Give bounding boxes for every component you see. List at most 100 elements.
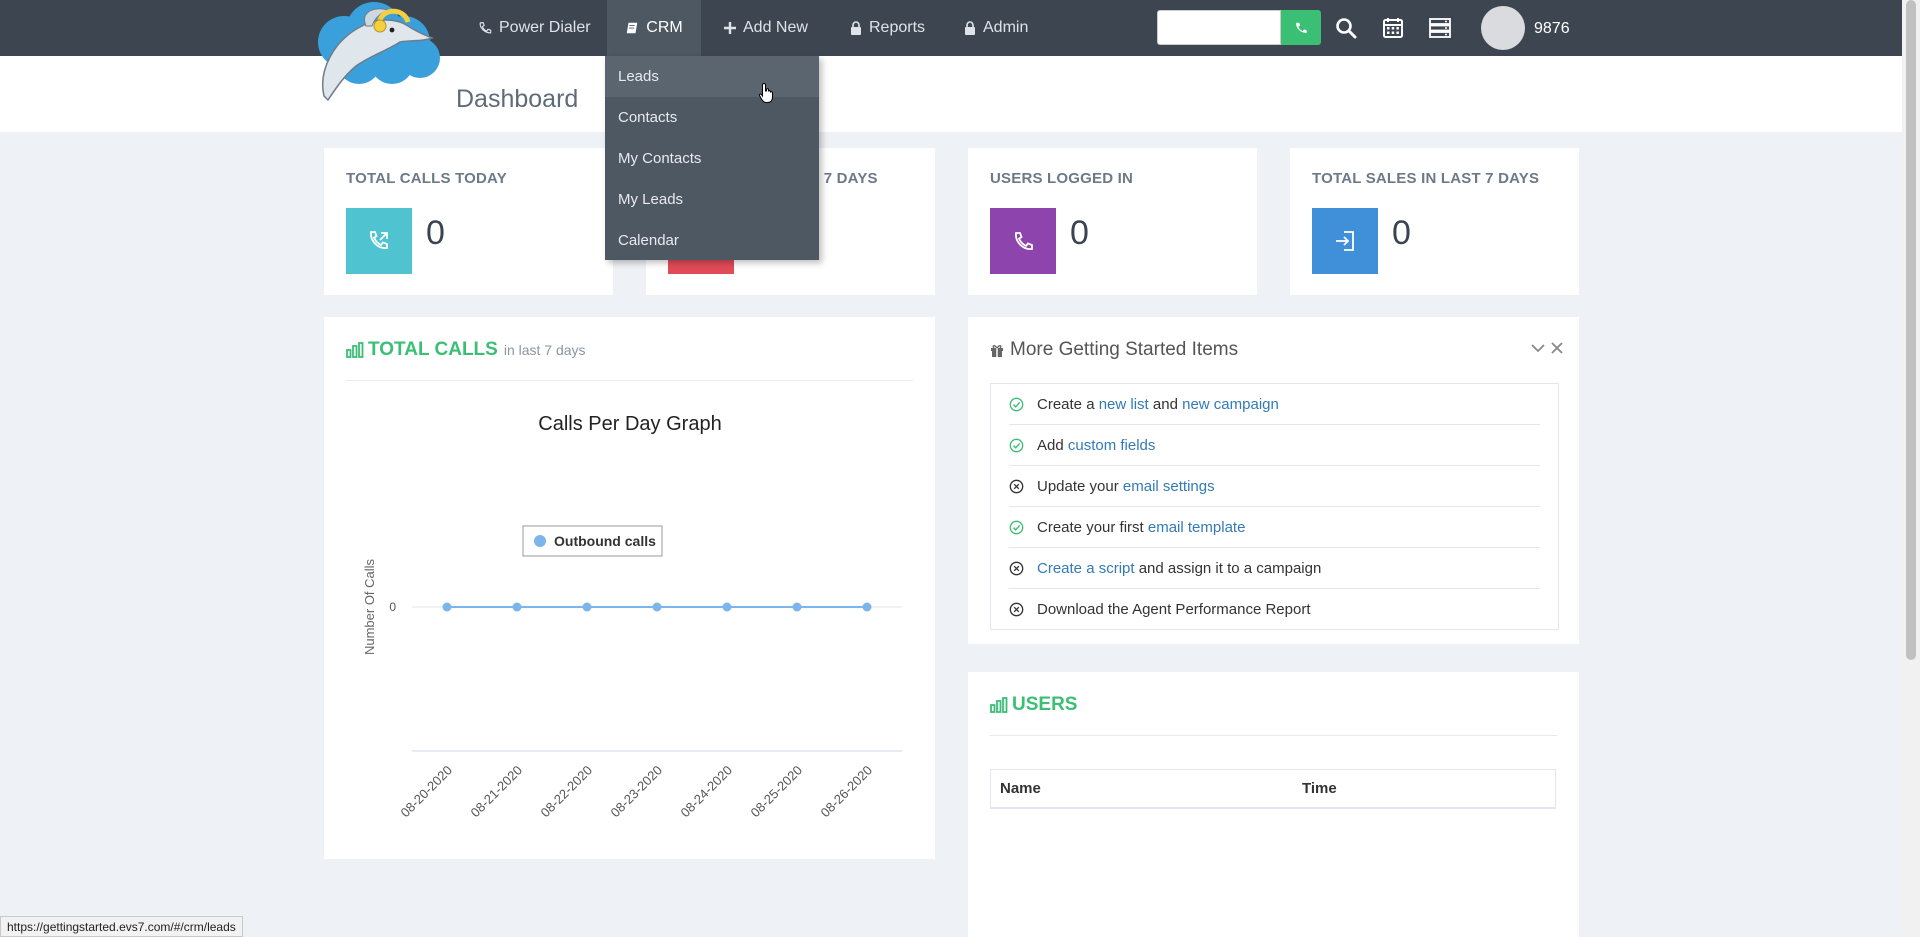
menu-item-my-contacts[interactable]: My Contacts (605, 138, 819, 179)
dolphin-logo-icon[interactable] (304, 0, 444, 104)
stat-card-total-sales: TOTAL SALES IN LAST 7 DAYS 0 (1290, 148, 1579, 295)
nav-add-new[interactable]: Add New (724, 0, 808, 56)
user-extension[interactable]: 9876 (1534, 20, 1570, 38)
getting-started-link[interactable]: email template (1148, 519, 1246, 536)
column-header-time[interactable]: Time (1302, 780, 1337, 797)
getting-started-item: Add custom fields (1009, 425, 1540, 466)
x-tick-label: 08-21-2020 (467, 763, 525, 821)
y-axis-label: Number Of Calls (362, 558, 377, 655)
user-avatar[interactable] (1481, 6, 1525, 50)
plus-icon (724, 22, 736, 34)
calls-per-day-chart: Calls Per Day Graph Outbound calls Numbe… (362, 413, 902, 821)
getting-started-item: Create a new list and new campaign (1009, 384, 1540, 425)
getting-started-link[interactable]: new campaign (1182, 396, 1279, 413)
data-point[interactable] (582, 602, 592, 612)
phone-icon (478, 21, 492, 35)
nav-admin[interactable]: Admin (964, 0, 1028, 56)
dial-call-button[interactable] (1281, 10, 1321, 45)
users-panel: USERS Name Time (968, 672, 1579, 937)
getting-started-text: Update your (1037, 477, 1123, 495)
panel-title: More Getting Started Items (990, 339, 1238, 361)
getting-started-title: More Getting Started Items (1010, 339, 1239, 360)
stat-icon (346, 208, 412, 274)
dial-number-input[interactable] (1157, 10, 1281, 45)
data-point[interactable] (442, 602, 452, 612)
check-circle-icon (1009, 520, 1037, 535)
getting-started-text: Download the Agent Performance Report (1037, 600, 1311, 618)
phone-icon (1015, 232, 1033, 250)
getting-started-item-text: Add custom fields (1037, 437, 1155, 454)
nav-power-dialer-label: Power Dialer (499, 19, 591, 36)
users-table-header: Name Time (990, 769, 1556, 809)
getting-started-text: and (1148, 395, 1183, 413)
stat-title: TOTAL CALLS TODAY (346, 170, 507, 187)
status-bar-url: https://gettingstarted.evs7.com/#/crm/le… (0, 916, 243, 937)
menu-item-calendar[interactable]: Calendar (605, 220, 819, 261)
nav-reports[interactable]: Reports (850, 0, 925, 56)
nav-admin-label: Admin (983, 19, 1029, 36)
collapse-chevron-icon[interactable] (1531, 343, 1545, 353)
getting-started-item: Download the Agent Performance Report (1009, 589, 1540, 629)
page-title: Dashboard (456, 85, 579, 113)
x-tick-label: 08-24-2020 (677, 763, 735, 821)
getting-started-panel: More Getting Started Items Create a new … (968, 317, 1579, 644)
menu-item-leads[interactable]: Leads (605, 56, 819, 97)
page-scrollbar-thumb[interactable] (1906, 0, 1916, 660)
stat-value: 0 (1392, 214, 1411, 252)
data-point[interactable] (722, 602, 732, 612)
server-list-icon[interactable] (1429, 17, 1451, 39)
lock-icon (964, 21, 976, 35)
getting-started-item-text: Update your email settings (1037, 478, 1215, 495)
chart-legend[interactable]: Outbound calls (522, 525, 663, 557)
stat-value: 0 (1070, 214, 1089, 252)
getting-started-link[interactable]: custom fields (1068, 437, 1156, 454)
sign-in-icon (1336, 231, 1354, 251)
panel-title: USERS (990, 694, 1077, 716)
getting-started-link[interactable]: new list (1099, 396, 1149, 413)
getting-started-text: Add (1037, 436, 1068, 454)
x-tick-label: 08-20-2020 (397, 763, 455, 821)
getting-started-item-text: Create a new list and new campaign (1037, 396, 1279, 413)
gift-icon (991, 345, 1003, 357)
stat-title: T 7 DAYS (810, 170, 878, 187)
stat-icon (1312, 208, 1378, 274)
getting-started-item-text: Download the Agent Performance Report (1037, 601, 1311, 618)
top-navbar (0, 0, 1920, 56)
x-tick-label: 08-25-2020 (747, 763, 805, 821)
getting-started-text: Create your first (1037, 518, 1148, 536)
getting-started-item: Update your email settings (1009, 466, 1540, 507)
getting-started-link[interactable]: email settings (1123, 478, 1215, 495)
data-point[interactable] (512, 602, 522, 612)
legend-marker (534, 535, 546, 547)
getting-started-item: Create a script and assign it to a campa… (1009, 548, 1540, 589)
nav-power-dialer[interactable]: Power Dialer (478, 0, 591, 56)
data-point[interactable] (862, 602, 872, 612)
stat-card-users-logged-in: USERS LOGGED IN 0 (968, 148, 1257, 295)
x-circle-icon (1009, 602, 1037, 617)
x-tick-label: 08-23-2020 (607, 763, 665, 821)
stat-icon (990, 208, 1056, 274)
nav-crm[interactable]: CRM (607, 0, 701, 56)
x-tick-label: 08-22-2020 (537, 763, 595, 821)
check-circle-icon (1009, 397, 1037, 412)
stat-title: TOTAL SALES IN LAST 7 DAYS (1312, 170, 1540, 187)
users-title: USERS (1012, 694, 1078, 715)
column-header-name[interactable]: Name (1000, 780, 1041, 797)
nav-reports-label: Reports (869, 19, 926, 36)
search-icon[interactable] (1335, 17, 1357, 39)
calendar-icon[interactable] (1382, 17, 1404, 39)
stat-value: 0 (426, 214, 445, 252)
close-icon[interactable] (1550, 341, 1564, 355)
total-calls-panel: TOTAL CALLS in last 7 days Calls Per Day… (324, 317, 935, 859)
data-point[interactable] (652, 602, 662, 612)
menu-item-contacts[interactable]: Contacts (605, 97, 819, 138)
page-header (0, 56, 1902, 132)
hand-cursor-icon (758, 82, 773, 103)
lock-icon (850, 21, 862, 35)
chart-title: Calls Per Day Graph (538, 413, 721, 435)
getting-started-list: Create a new list and new campaign Add cu… (990, 383, 1559, 630)
getting-started-text: Create a (1037, 395, 1099, 413)
data-point[interactable] (792, 602, 802, 612)
menu-item-my-leads[interactable]: My Leads (605, 179, 819, 220)
getting-started-link[interactable]: Create a script (1037, 560, 1135, 577)
